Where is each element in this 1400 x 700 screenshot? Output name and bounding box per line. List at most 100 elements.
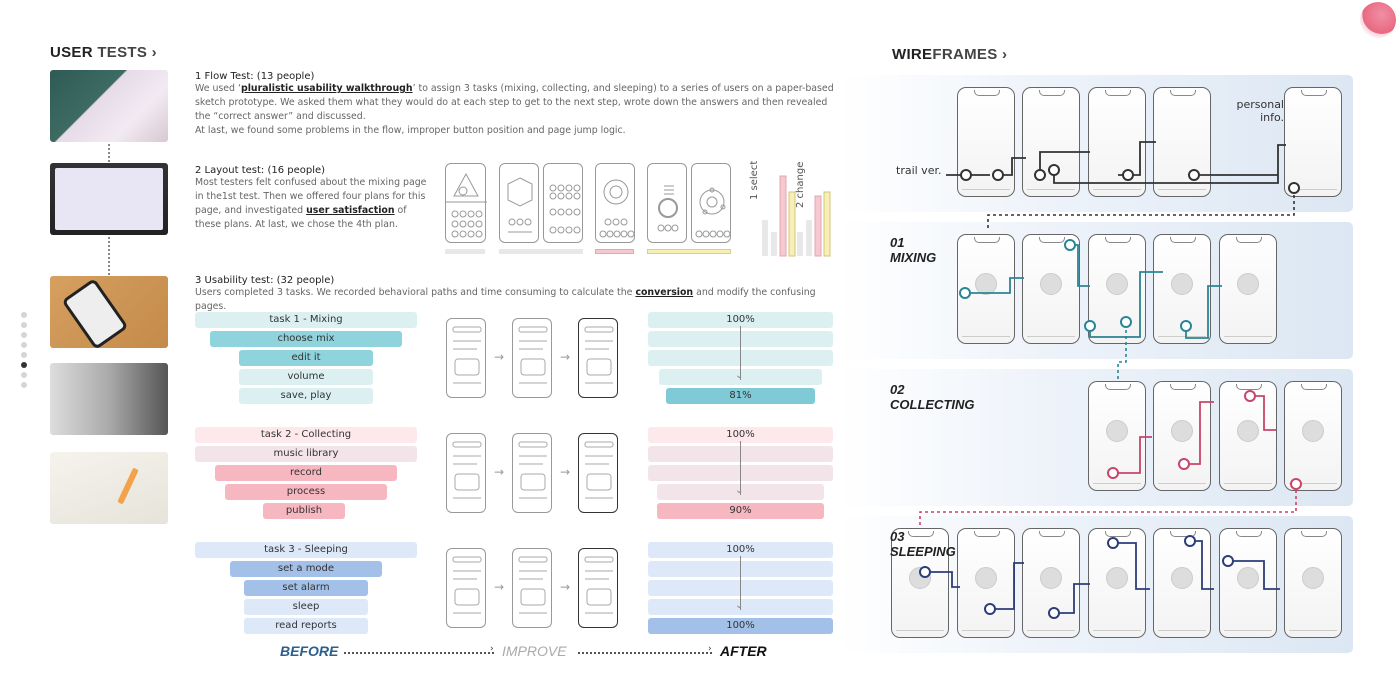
conversion-link[interactable]: conversion [635, 287, 693, 298]
usability-test-text: Users completed 3 tasks. We recorded beh… [195, 286, 835, 314]
task-title: task 1 - Mixing [195, 312, 417, 328]
wireframe-phone[interactable] [1153, 87, 1211, 197]
decorative-logo-icon [1360, 2, 1396, 38]
wireframe-phone[interactable] [1088, 234, 1146, 344]
flow-test-text: We used ‘pluralistic usability walkthrou… [195, 82, 835, 124]
wireframe-phone[interactable] [957, 528, 1015, 638]
plan-bar-pink [595, 249, 634, 254]
task-step: publish [263, 503, 345, 519]
page-dot[interactable] [21, 362, 27, 368]
select-bar [788, 191, 796, 257]
personal-info-label: personal info. [1236, 98, 1284, 124]
connector-dots [108, 144, 110, 162]
task-step: edit it [239, 350, 373, 366]
page-dot[interactable] [21, 332, 27, 338]
user-tests-title: USER TESTS › [50, 44, 157, 61]
center-circle-icon [1171, 273, 1193, 295]
flow-test-conclusion: At last, we found some problems in the f… [195, 125, 626, 136]
notebook-photo [50, 452, 168, 524]
layout-plan-3a [647, 163, 687, 243]
num: 01 [890, 235, 905, 250]
center-circle-icon [1171, 567, 1193, 589]
wireframe-phone[interactable] [1219, 234, 1277, 344]
wireframe-phone[interactable] [957, 87, 1015, 197]
arrow-right-icon: → [560, 350, 571, 364]
list-circle-layout-icon [657, 185, 679, 232]
wireframe-phone[interactable] [1022, 234, 1080, 344]
center-circle-icon [1040, 273, 1062, 295]
tablet-layout-photo [50, 163, 168, 235]
task-step: read reports [244, 618, 368, 634]
page-dot[interactable] [21, 312, 27, 318]
task-title: task 3 - Sleeping [195, 542, 417, 558]
task-step: process [225, 484, 387, 500]
change-bar [797, 232, 803, 256]
usability-test-heading: 3 Usability test: (32 people) [195, 275, 335, 286]
center-circle-icon [1237, 420, 1259, 442]
layout-plan-1b [543, 163, 583, 243]
arrowhead-icon: › [708, 644, 712, 654]
flow-dotted-line [578, 652, 712, 654]
wireframe-phone[interactable] [1088, 381, 1146, 491]
change-bar [814, 195, 822, 257]
wireframe-phone[interactable] [1284, 528, 1342, 638]
layout-test-text: Most testers felt confused about the mix… [195, 176, 435, 232]
title-rest: FRAMES [932, 46, 998, 63]
arrow-down-icon: ⌄ [735, 370, 744, 381]
wireframe-phone[interactable] [1284, 87, 1342, 197]
change-bar [823, 191, 831, 257]
wireframe-phone[interactable] [1153, 381, 1211, 491]
task-step: music library [195, 446, 417, 462]
wireframe-phone[interactable] [1088, 528, 1146, 638]
trail-version-label: trail ver. [896, 164, 942, 177]
paper-prototype-photo [50, 70, 168, 142]
arrow-right-icon: → [494, 350, 505, 364]
task-step: sleep [244, 599, 368, 615]
pluralistic-walkthrough-link[interactable]: pluralistic usability walkthrough [241, 83, 413, 94]
task-step: choose mix [210, 331, 402, 347]
title-bold: USER [50, 44, 93, 61]
flow-dotted-line [344, 652, 494, 654]
flow-test-heading: 1 Flow Test: (13 people) [195, 71, 315, 82]
layout-test-heading: 2 Layout test: (16 people) [195, 165, 326, 176]
num: 03 [890, 529, 905, 544]
page-dot[interactable] [21, 352, 27, 358]
text: personal [1236, 98, 1284, 111]
wireframe-phone[interactable] [1219, 528, 1277, 638]
phone-usability-photo [50, 276, 168, 348]
name: COLLECTING [890, 397, 975, 412]
conversion-end: 100% [648, 618, 833, 634]
page-dot[interactable] [21, 372, 27, 378]
before-wireframe [446, 548, 486, 628]
wireframe-phone[interactable] [1219, 381, 1277, 491]
center-circle-icon [975, 273, 997, 295]
wireframe-phone[interactable] [1022, 528, 1080, 638]
user-satisfaction-link[interactable]: user satisfaction [306, 205, 394, 216]
mixing-section-label: 01 MIXING [890, 235, 936, 265]
collecting-section-label: 02 COLLECTING [890, 382, 975, 412]
center-circle-icon [1106, 420, 1128, 442]
center-circle-icon [1237, 567, 1259, 589]
arrow-down-icon: ⌄ [735, 485, 744, 496]
connector-dots [108, 237, 110, 275]
task-step: save, play [239, 388, 373, 404]
page-dot[interactable] [21, 322, 27, 328]
wireframe-phone[interactable] [1022, 87, 1080, 197]
select-legend-label: 1 select [749, 161, 760, 200]
improve-wireframe [512, 548, 552, 628]
wireframe-phone[interactable] [1153, 528, 1211, 638]
page-dot[interactable] [21, 342, 27, 348]
task-title: task 2 - Collecting [195, 427, 417, 443]
wireframe-phone[interactable] [957, 234, 1015, 344]
center-circle-icon [1106, 273, 1128, 295]
layout-plan-0 [445, 163, 487, 243]
center-circle-icon [1302, 420, 1324, 442]
wireframe-phone[interactable] [1088, 87, 1146, 197]
layout-plan-2 [595, 163, 635, 243]
wireframe-phone[interactable] [1153, 234, 1211, 344]
after-wireframe [578, 548, 618, 628]
page-dot[interactable] [21, 382, 27, 388]
task-step: record [215, 465, 397, 481]
wireframe-phone[interactable] [1284, 381, 1342, 491]
plan-bar-yellow [647, 249, 731, 254]
